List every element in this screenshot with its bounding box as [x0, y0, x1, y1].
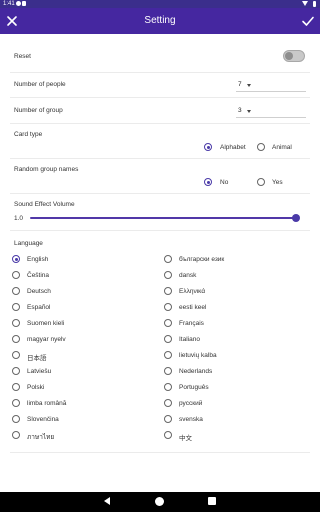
divider [10, 230, 310, 231]
notification-icon [16, 1, 21, 6]
language-radio[interactable] [12, 399, 20, 407]
radio-animal-label: Animal [272, 144, 292, 151]
language-option-label: български език [179, 256, 225, 263]
battery-icon [313, 1, 316, 7]
language-radio[interactable] [164, 271, 172, 279]
people-value: 7 [238, 81, 242, 88]
language-radio[interactable] [12, 255, 20, 263]
radio-yes[interactable] [257, 178, 265, 186]
volume-slider-thumb[interactable] [292, 214, 300, 222]
language-radio[interactable] [12, 383, 20, 391]
language-radio[interactable] [12, 271, 20, 279]
language-option-label: Português [179, 384, 209, 391]
language-option-label: Čeština [27, 272, 50, 279]
radio-yes-label: Yes [272, 179, 283, 186]
divider [10, 123, 310, 124]
language-radio[interactable] [164, 415, 172, 423]
language-radio[interactable] [164, 351, 172, 359]
language-radio[interactable] [164, 287, 172, 295]
language-radio[interactable] [164, 255, 172, 263]
language-radio[interactable] [164, 399, 172, 407]
volume-label: Sound Effect Volume [14, 201, 75, 208]
language-radio[interactable] [12, 415, 20, 423]
people-label: Number of people [14, 81, 66, 88]
radio-animal[interactable] [257, 143, 265, 151]
group-label: Number of group [14, 107, 63, 114]
language-option-label: Slovenčina [27, 416, 59, 423]
language-radio[interactable] [164, 319, 172, 327]
language-option-label: ภาษาไทย [27, 434, 55, 441]
language-option-label: Español [27, 304, 51, 311]
language-radio[interactable] [12, 287, 20, 295]
language-radio[interactable] [164, 367, 172, 375]
volume-slider-track[interactable] [30, 217, 296, 219]
app-bar: Setting [0, 8, 320, 34]
language-radio[interactable] [12, 335, 20, 343]
group-dropdown[interactable]: 3 [236, 104, 306, 118]
language-radio[interactable] [164, 303, 172, 311]
language-option-label: Suomen kieli [27, 320, 65, 327]
sim-icon [22, 1, 26, 6]
language-radio[interactable] [12, 367, 20, 375]
divider [10, 193, 310, 194]
recents-icon[interactable] [208, 497, 216, 505]
language-option-label: English [27, 256, 49, 263]
group-value: 3 [238, 107, 242, 114]
language-option-label: lietuvių kalba [179, 352, 217, 359]
language-radio[interactable] [12, 319, 20, 327]
language-option-label: dansk [179, 272, 197, 279]
language-option-label: Nederlands [179, 368, 213, 375]
switch-knob [285, 52, 293, 60]
language-option-label: Italiano [179, 336, 200, 343]
language-option-label: Polski [27, 384, 45, 391]
random-names-label: Random group names [14, 166, 79, 173]
language-radio[interactable] [164, 431, 172, 439]
language-option-label: русский [179, 400, 203, 407]
radio-alphabet-label: Alphabet [220, 144, 246, 151]
language-option-label: eesti keel [179, 304, 207, 311]
divider [10, 97, 310, 98]
page-title: Setting [144, 15, 176, 26]
language-radio[interactable] [12, 431, 20, 439]
card-type-label: Card type [14, 131, 43, 138]
status-time: 1:41 [3, 1, 15, 7]
home-icon[interactable] [155, 497, 164, 506]
language-option-label: limba română [27, 400, 67, 407]
radio-no[interactable] [204, 178, 212, 186]
language-option-label: Latviešu [27, 368, 52, 375]
check-icon[interactable] [300, 13, 316, 29]
language-option-label: 中文 [179, 435, 192, 442]
back-icon[interactable] [104, 497, 110, 505]
people-dropdown[interactable]: 7 [236, 78, 306, 92]
language-option-label: Deutsch [27, 288, 51, 295]
status-bar: 1:41 [0, 0, 320, 8]
language-radio[interactable] [12, 351, 20, 359]
language-radio[interactable] [164, 335, 172, 343]
language-option-label: Ελληνικά [179, 288, 206, 295]
language-label: Language [14, 240, 43, 247]
divider [10, 158, 310, 159]
wifi-icon [302, 1, 308, 6]
radio-no-label: No [220, 179, 229, 186]
language-radio[interactable] [164, 383, 172, 391]
radio-alphabet[interactable] [204, 143, 212, 151]
dropdown-arrow-icon [247, 110, 251, 113]
language-option-label: 日本語 [27, 355, 47, 362]
language-radio[interactable] [12, 303, 20, 311]
language-option-label: Français [179, 320, 204, 327]
navigation-bar [0, 492, 320, 512]
dropdown-arrow-icon [247, 84, 251, 87]
reset-label: Reset [14, 53, 31, 60]
language-option-label: svenska [179, 416, 203, 423]
reset-switch[interactable] [283, 50, 305, 62]
divider [10, 72, 310, 73]
volume-value: 1.0 [14, 215, 24, 222]
divider [10, 452, 310, 453]
language-option-label: magyar nyelv [27, 336, 66, 343]
